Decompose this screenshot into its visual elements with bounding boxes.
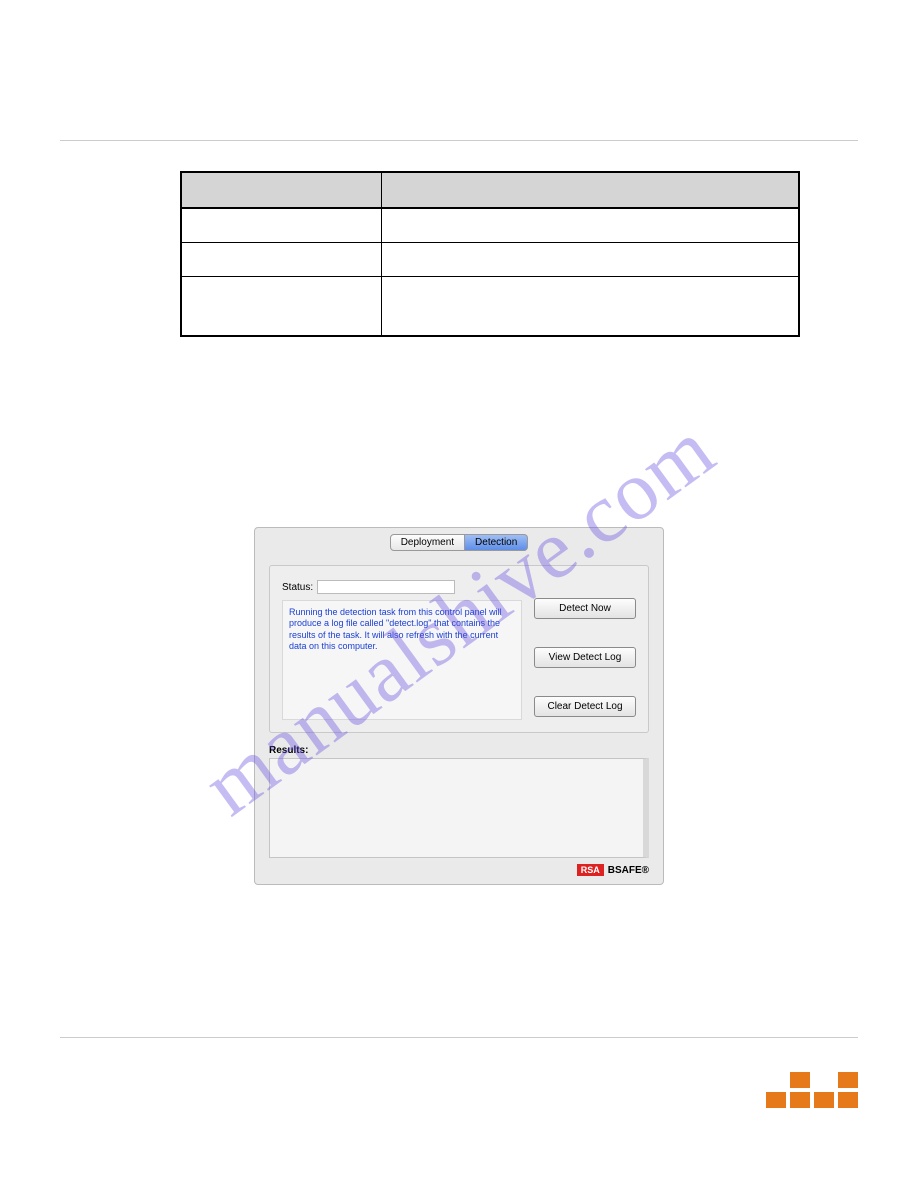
rsa-badge: RSA: [577, 864, 604, 876]
clear-detect-log-button[interactable]: Clear Detect Log: [534, 696, 636, 717]
footer-divider: [60, 1037, 858, 1038]
detection-dialog: Deployment Detection Status: Running the…: [254, 527, 664, 885]
detection-panel: Status: Running the detection task from …: [269, 565, 649, 733]
table-header-col1: [181, 172, 381, 208]
table-cell: [181, 276, 381, 336]
tab-deployment[interactable]: Deployment: [390, 534, 465, 551]
results-label: Results:: [255, 741, 663, 758]
table-row: [181, 276, 799, 336]
bsafe-text: BSAFE®: [608, 865, 649, 876]
detection-info-text: Running the detection task from this con…: [282, 600, 522, 720]
header-divider: [60, 140, 858, 141]
status-label: Status:: [282, 582, 313, 593]
status-input[interactable]: [317, 580, 455, 594]
results-output: [269, 758, 649, 858]
tab-bar: Deployment Detection: [255, 528, 663, 551]
tab-detection[interactable]: Detection: [465, 534, 528, 551]
rsa-bsafe-logo: RSA BSAFE®: [255, 858, 663, 876]
table-header-col2: [381, 172, 799, 208]
table-cell: [181, 242, 381, 276]
table-header-row: [181, 172, 799, 208]
view-detect-log-button[interactable]: View Detect Log: [534, 647, 636, 668]
table-row: [181, 242, 799, 276]
options-table: [180, 171, 800, 337]
table-cell: [381, 208, 799, 242]
footer-logo-squares: [766, 1072, 858, 1108]
table-cell: [381, 276, 799, 336]
table-cell: [181, 208, 381, 242]
table-cell: [381, 242, 799, 276]
table-row: [181, 208, 799, 242]
detect-now-button[interactable]: Detect Now: [534, 598, 636, 619]
